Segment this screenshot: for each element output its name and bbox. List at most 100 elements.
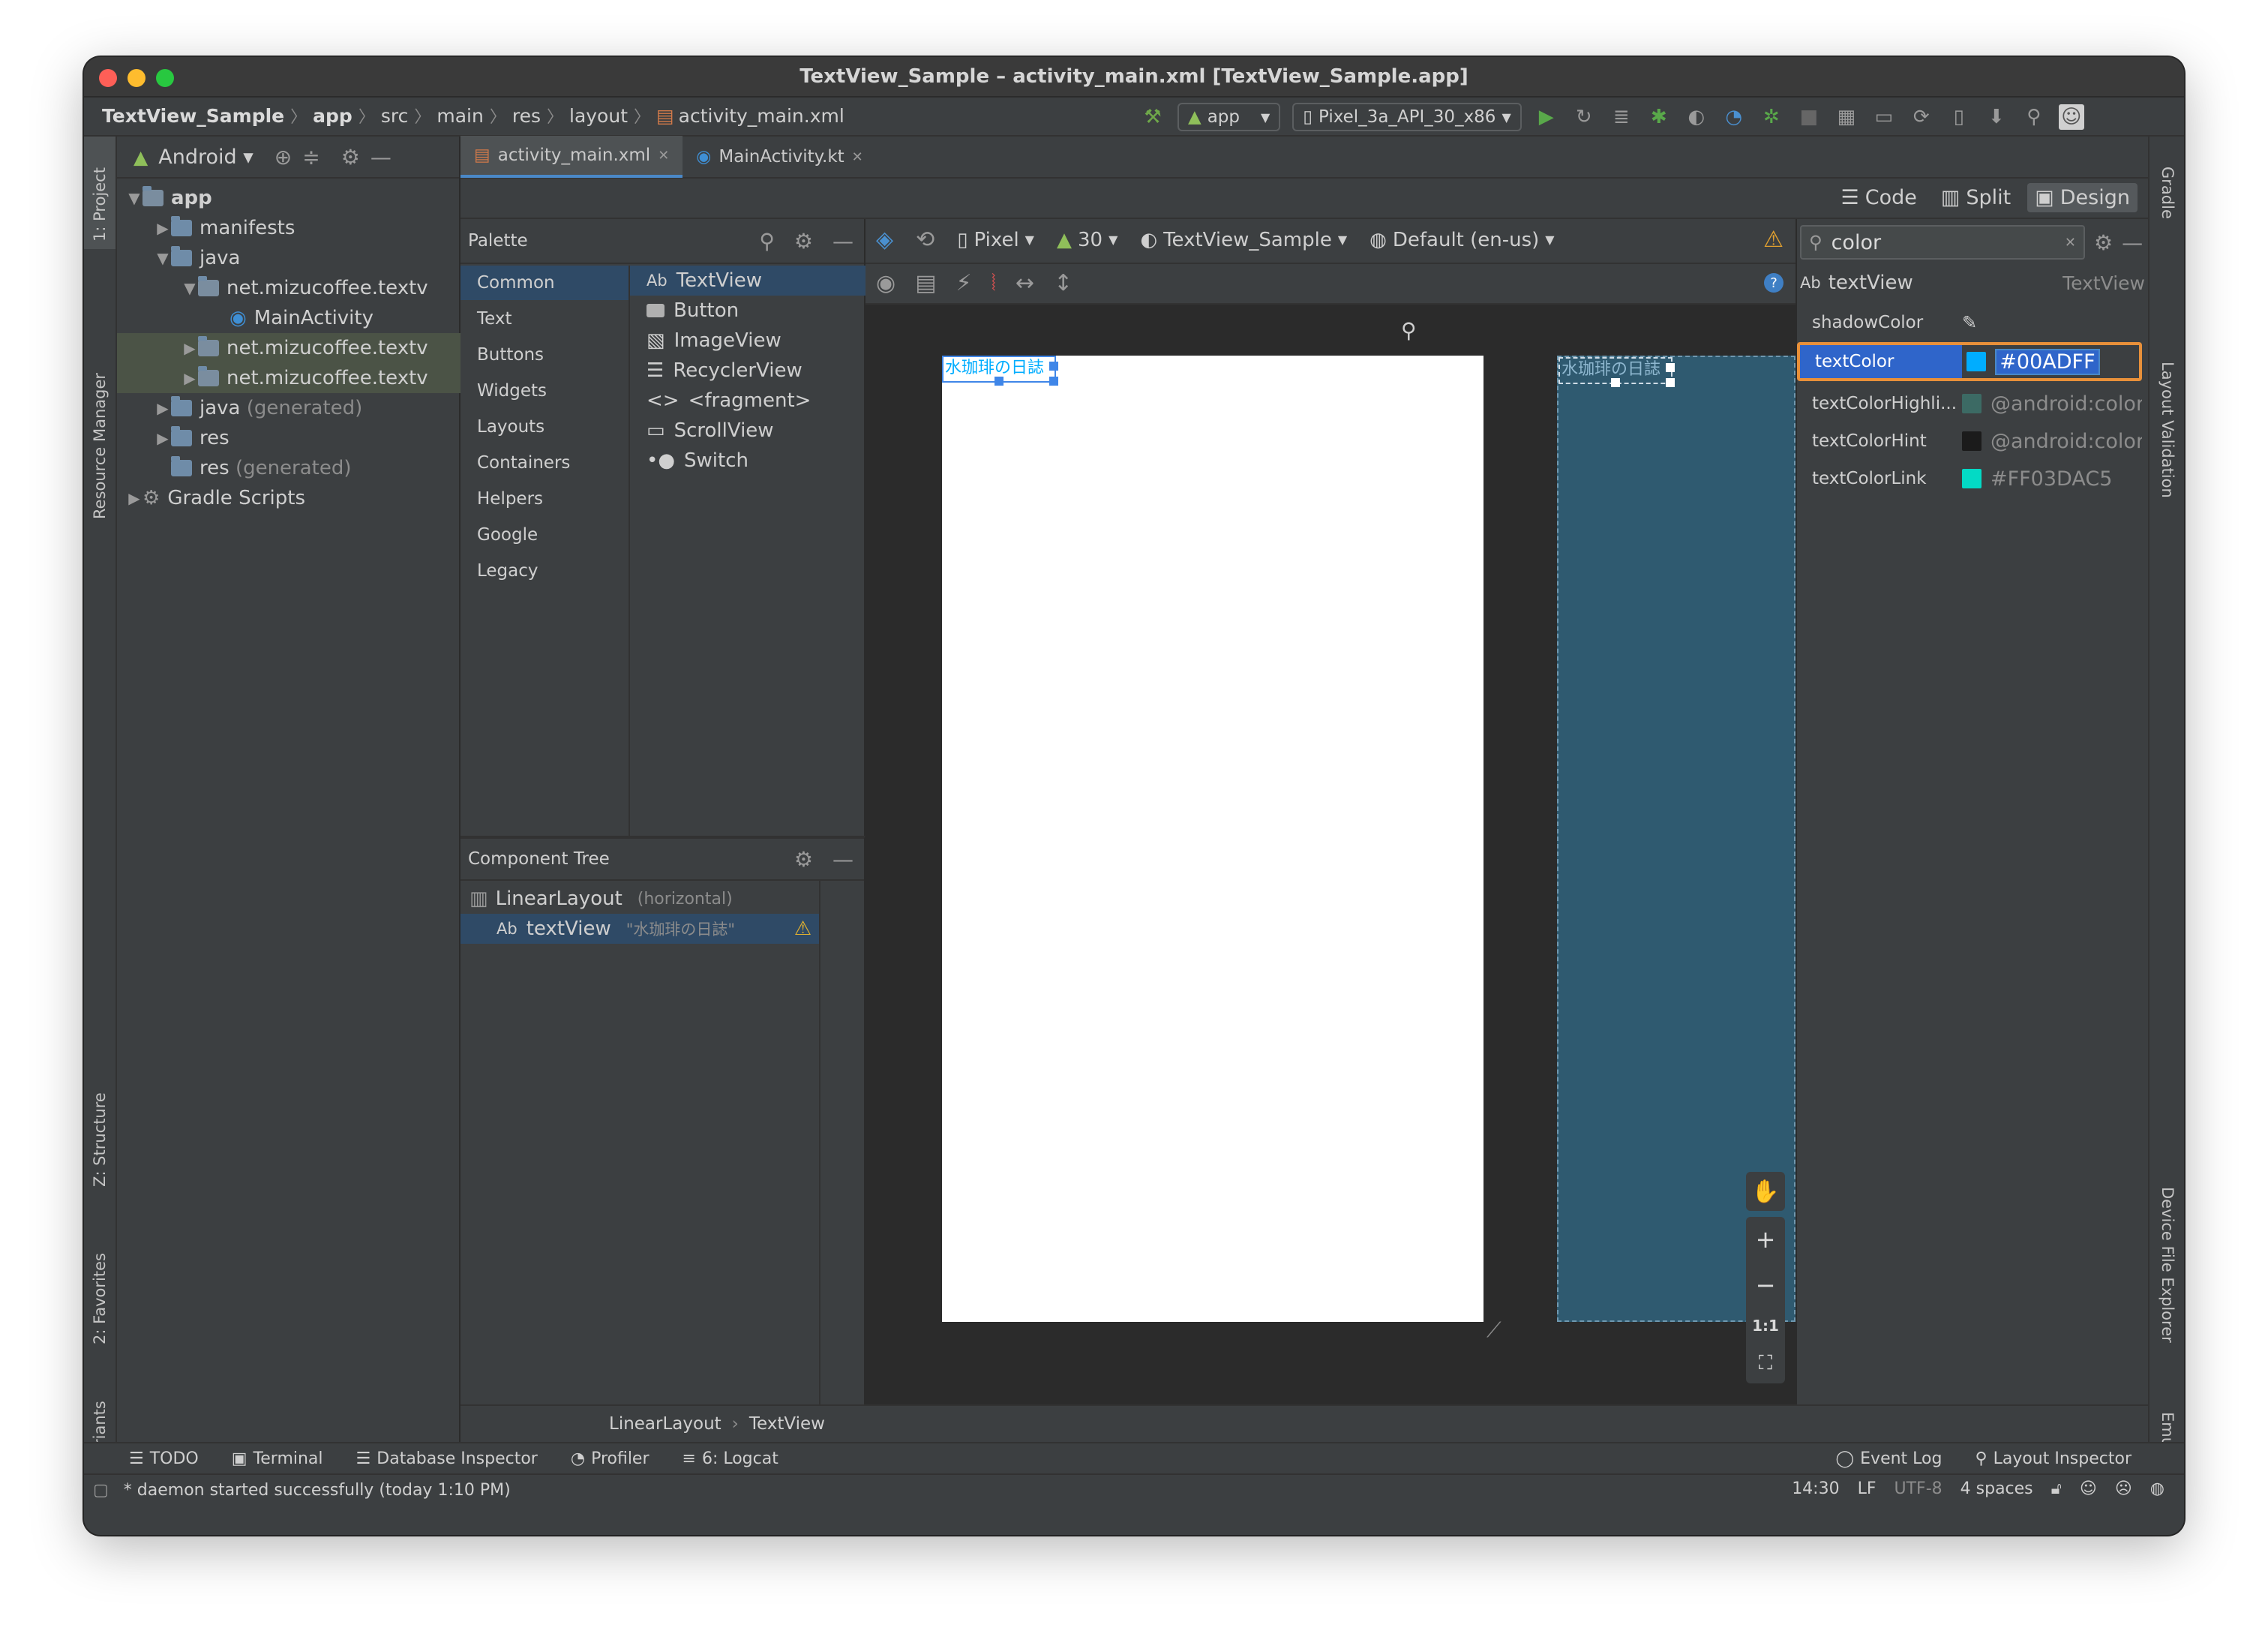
locate-icon[interactable]: ⊕ bbox=[274, 145, 292, 170]
todo-tool-button[interactable]: ☰ TODO bbox=[129, 1449, 199, 1468]
tree-item-app[interactable]: ▼ app bbox=[117, 183, 460, 213]
warning-icon[interactable]: ⚠ bbox=[1763, 227, 1784, 253]
theme-select[interactable]: ◐ TextView_Sample ▼ bbox=[1140, 229, 1347, 251]
close-tab-icon[interactable]: ✕ bbox=[852, 149, 863, 165]
gradle-tool-tab[interactable]: Gradle bbox=[2158, 167, 2176, 219]
split-mode-button[interactable]: ▥ Split bbox=[1934, 183, 2018, 212]
locale-select[interactable]: ◍ Default (en-us) ▼ bbox=[1370, 229, 1554, 251]
warning-icon[interactable]: ⚠ bbox=[794, 918, 812, 940]
palette-category-widgets[interactable]: Widgets bbox=[460, 374, 628, 408]
stop-icon[interactable]: ■ bbox=[1796, 104, 1822, 130]
zoom-in-icon[interactable]: + bbox=[1756, 1225, 1776, 1254]
eyedropper-icon[interactable]: ✎ bbox=[1962, 312, 1977, 333]
palette-category-google[interactable]: Google bbox=[460, 518, 628, 552]
color-swatch[interactable] bbox=[1966, 352, 1987, 371]
device-select[interactable]: ▯ Pixel_3a_API_30_x86 ▼ bbox=[1292, 103, 1522, 131]
tree-item-res[interactable]: ▶ res bbox=[117, 423, 460, 453]
avatar[interactable]: ☺ bbox=[2058, 104, 2084, 130]
gear-icon[interactable]: ⚙ bbox=[2094, 230, 2113, 255]
resize-handle[interactable] bbox=[1666, 378, 1675, 387]
profiler-tool-button[interactable]: ◔ Profiler bbox=[571, 1449, 650, 1468]
layout-inspector-tool-button[interactable]: ⚲ Layout Inspector bbox=[1975, 1449, 2132, 1468]
terminal-tool-button[interactable]: ▣ Terminal bbox=[232, 1449, 323, 1468]
avd-manager-icon[interactable]: ▭ bbox=[1871, 104, 1897, 130]
resize-preview-icon[interactable]: ⟋ bbox=[1486, 1317, 1502, 1343]
tree-item-package-android-test[interactable]: ▶ net.mizucoffee.textv bbox=[117, 363, 460, 393]
tree-item-java[interactable]: ▼ java bbox=[117, 243, 460, 273]
api-level-select[interactable]: ▲ 30 ▼ bbox=[1057, 229, 1118, 251]
breadcrumb-module[interactable]: app bbox=[313, 105, 352, 127]
caret-position[interactable]: 14:30 bbox=[1792, 1479, 1839, 1498]
tree-item-gradle-scripts[interactable]: ▶ ⚙ Gradle Scripts bbox=[117, 483, 460, 513]
hide-icon[interactable]: — bbox=[370, 145, 392, 170]
expand-vertical-icon[interactable]: ↕ bbox=[1054, 270, 1072, 296]
file-encoding[interactable]: UTF-8 bbox=[1894, 1479, 1942, 1498]
project-structure-icon[interactable]: ▦ bbox=[1834, 104, 1859, 130]
resize-handle[interactable] bbox=[1611, 378, 1620, 387]
tool-windows-icon[interactable]: ▢ bbox=[93, 1481, 109, 1500]
status-message[interactable]: * daemon started successfully (today 1:1… bbox=[124, 1481, 511, 1500]
attribute-row-textcolorlink[interactable]: textColorLink #FF03DAC5 bbox=[1797, 461, 2150, 497]
palette-item-imageview[interactable]: ▧ ImageView bbox=[630, 326, 866, 356]
palette-category-text[interactable]: Text bbox=[460, 302, 628, 336]
tree-node-linearlayout[interactable]: ▥ LinearLayout (horizontal) bbox=[460, 884, 819, 914]
palette-item-textview[interactable]: Ab TextView bbox=[630, 266, 866, 296]
profile-icon[interactable]: ◔ bbox=[1721, 104, 1747, 130]
debug-icon[interactable]: ✱ bbox=[1646, 104, 1672, 130]
clear-search-icon[interactable]: ✕ bbox=[2065, 235, 2076, 251]
palette-category-containers[interactable]: Containers bbox=[460, 446, 628, 480]
hide-icon[interactable]: — bbox=[2122, 230, 2143, 255]
help-icon[interactable]: ? bbox=[1764, 273, 1784, 293]
resource-manager-tool-tab[interactable]: Resource Manager bbox=[91, 373, 109, 519]
project-tool-tab[interactable]: 1: Project bbox=[91, 167, 109, 242]
zoom-to-fit-icon[interactable]: ⛶ bbox=[1759, 1352, 1772, 1375]
tree-item-main-activity[interactable]: ◉ MainActivity bbox=[117, 303, 460, 333]
make-project-icon[interactable]: ⚒ bbox=[1140, 104, 1166, 130]
indent-setting[interactable]: 4 spaces bbox=[1960, 1479, 2033, 1498]
palette-category-helpers[interactable]: Helpers bbox=[460, 482, 628, 516]
gear-icon[interactable]: ⚙ bbox=[341, 145, 360, 170]
color-swatch[interactable] bbox=[1962, 469, 1982, 488]
attribute-row-textcolor[interactable]: textColor #00ADFF bbox=[1797, 342, 2142, 381]
breadcrumb-res[interactable]: res bbox=[512, 105, 541, 127]
search-icon[interactable]: ⚲ bbox=[759, 229, 775, 254]
breadcrumb-project[interactable]: TextView_Sample bbox=[102, 105, 284, 127]
palette-item-scrollview[interactable]: ▭ ScrollView bbox=[630, 416, 866, 446]
event-log-tool-button[interactable]: ◯ Event Log bbox=[1836, 1449, 1942, 1468]
tree-item-package[interactable]: ▼ net.mizucoffee.textv bbox=[117, 273, 460, 303]
database-inspector-tool-button[interactable]: ☰ Database Inspector bbox=[356, 1449, 538, 1468]
attribute-search-input[interactable]: ⚲ color ✕ bbox=[1800, 225, 2085, 260]
palette-category-legacy[interactable]: Legacy bbox=[460, 554, 628, 588]
tree-node-textview[interactable]: Ab textView "水珈琲の日誌" ⚠ bbox=[460, 914, 819, 944]
collapse-all-icon[interactable]: ≑ bbox=[302, 145, 320, 170]
breadcrumb-layout[interactable]: layout bbox=[569, 105, 628, 127]
palette-item-switch[interactable]: •● Switch bbox=[630, 446, 866, 476]
editor-breadcrumb-textview[interactable]: TextView bbox=[749, 1414, 825, 1434]
memory-icon[interactable]: ◍ bbox=[2150, 1479, 2164, 1498]
design-mode-button[interactable]: ▣ Design bbox=[2027, 183, 2138, 212]
attribute-row-textcolorhighlight[interactable]: textColorHighli... @android:color/hig bbox=[1797, 386, 2150, 422]
palette-item-fragment[interactable]: <> <fragment> bbox=[630, 386, 866, 416]
device-manager-icon[interactable]: ▯ bbox=[1946, 104, 1972, 130]
palette-item-recyclerview[interactable]: ☰ RecyclerView bbox=[630, 356, 866, 386]
tree-item-res-generated[interactable]: res (generated) bbox=[117, 453, 460, 483]
layout-validation-tool-tab[interactable]: Layout Validation bbox=[2158, 362, 2176, 498]
code-mode-button[interactable]: ☰ Code bbox=[1834, 183, 1924, 212]
color-swatch[interactable] bbox=[1962, 431, 1982, 451]
apply-code-changes-icon[interactable]: ≣ bbox=[1609, 104, 1634, 130]
resize-handle[interactable] bbox=[1666, 363, 1675, 372]
breadcrumb-src[interactable]: src bbox=[381, 105, 409, 127]
clear-constraints-icon[interactable]: ⦚ bbox=[992, 270, 996, 296]
device-file-explorer-tool-tab[interactable]: Device File Explorer bbox=[2158, 1187, 2176, 1343]
project-view-select[interactable]: Android ▾ bbox=[158, 146, 254, 169]
run-icon[interactable]: ▶ bbox=[1534, 104, 1559, 130]
autoconnect-icon[interactable]: ⚡ bbox=[956, 270, 972, 296]
sdk-manager-icon[interactable]: ⬇ bbox=[1984, 104, 2009, 130]
breadcrumb-main[interactable]: main bbox=[436, 105, 483, 127]
resize-handle[interactable] bbox=[1049, 377, 1058, 386]
zoom-actual-size-button[interactable]: 1:1 bbox=[1752, 1317, 1779, 1335]
orientation-icon[interactable]: ⟲ bbox=[916, 227, 934, 253]
eye-icon[interactable]: ◉ bbox=[876, 270, 896, 296]
color-swatch[interactable] bbox=[1962, 394, 1982, 413]
gear-icon[interactable]: ⚙ bbox=[794, 229, 813, 254]
